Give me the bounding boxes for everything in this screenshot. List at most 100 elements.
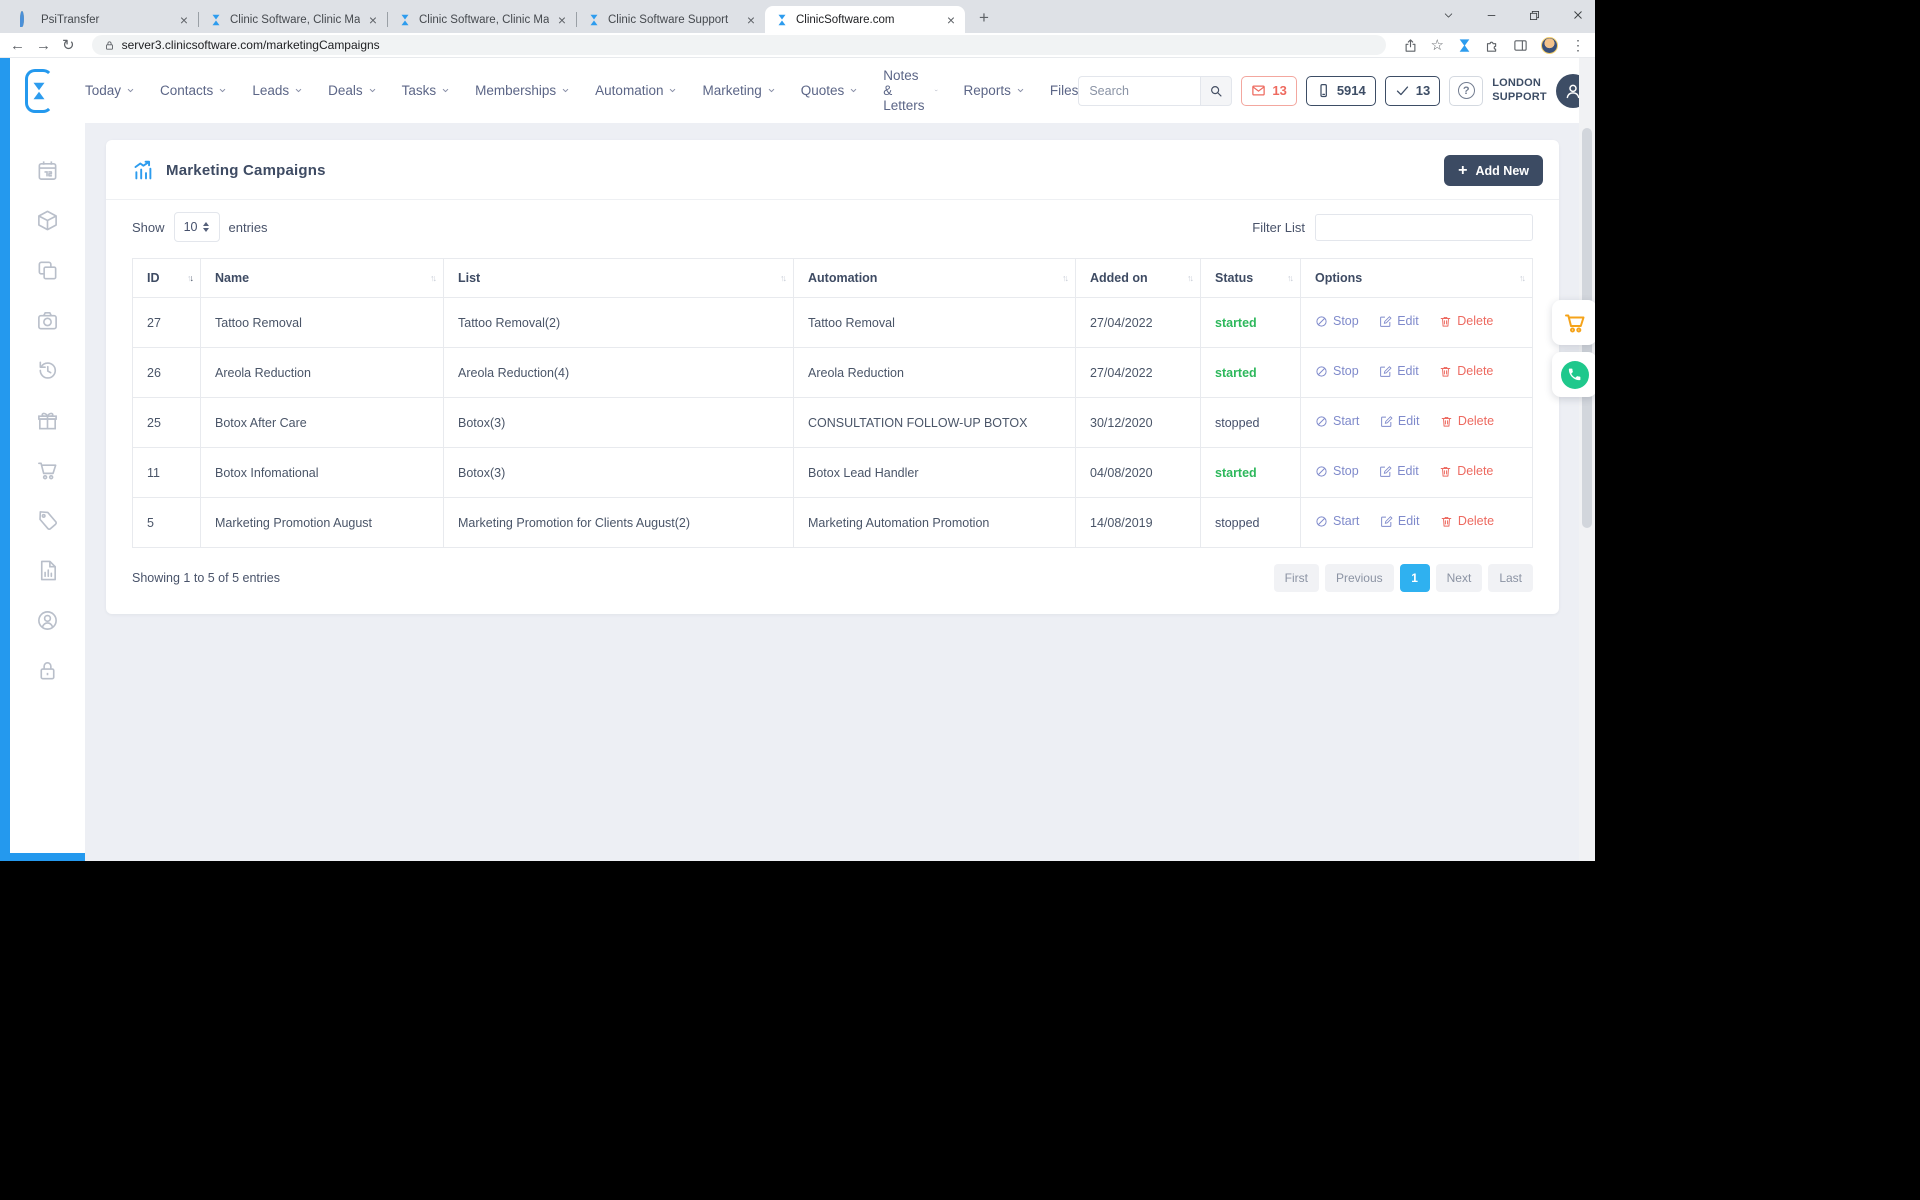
page-scrollbar[interactable] [1579, 58, 1595, 861]
profile-avatar[interactable] [1541, 37, 1558, 54]
tab-close-icon[interactable]: × [556, 13, 568, 27]
restore-icon[interactable] [1528, 9, 1541, 22]
address-bar[interactable]: server3.clinicsoftware.com/marketingCamp… [92, 35, 1386, 55]
clinicsoftware-logo[interactable] [25, 69, 53, 113]
col-status[interactable]: Status↑↓ [1201, 259, 1301, 298]
col-options[interactable]: Options↑↓ [1301, 259, 1533, 298]
delete-link[interactable]: Delete [1439, 464, 1493, 478]
tasks-badge[interactable]: 13 [1385, 76, 1440, 106]
price-tag-icon[interactable] [36, 509, 59, 532]
add-new-button[interactable]: + Add New [1444, 155, 1543, 186]
psitransfer-icon [20, 13, 34, 27]
col-automation[interactable]: Automation↑↓ [794, 259, 1076, 298]
tab-close-icon[interactable]: × [745, 13, 757, 27]
edit-link[interactable]: Edit [1380, 514, 1420, 528]
nav-automation[interactable]: Automation [595, 83, 677, 98]
slash-circle-icon [1315, 415, 1328, 428]
close-icon[interactable] [1571, 8, 1585, 22]
edit-link[interactable]: Edit [1379, 364, 1419, 378]
lock-icon[interactable] [36, 659, 59, 682]
floating-cart-button[interactable] [1552, 300, 1595, 345]
side-panel-icon[interactable] [1513, 38, 1528, 53]
nav-today[interactable]: Today [85, 83, 135, 98]
camera-icon[interactable] [36, 309, 59, 332]
nav-marketing[interactable]: Marketing [702, 83, 775, 98]
help-button[interactable]: ? [1449, 76, 1483, 106]
page-size-select[interactable]: 10 [174, 212, 220, 242]
envelope-icon [1251, 83, 1266, 98]
delete-link[interactable]: Delete [1439, 314, 1493, 328]
bookmark-star-icon[interactable]: ☆ [1431, 38, 1444, 53]
floating-phone-button[interactable] [1552, 352, 1595, 397]
stop-link[interactable]: Stop [1315, 364, 1359, 378]
tab-clinicsoftware-active[interactable]: ClinicSoftware.com × [765, 6, 965, 33]
nav-tasks[interactable]: Tasks [402, 83, 451, 98]
tab-clinic-2[interactable]: Clinic Software, Clinic Manageme × [388, 6, 576, 33]
nav-reports[interactable]: Reports [964, 83, 1025, 98]
nav-files[interactable]: Files [1050, 83, 1079, 98]
extensions-puzzle-icon[interactable] [1485, 38, 1500, 53]
chevron-down-icon[interactable] [1442, 9, 1455, 22]
tab-clinic-1[interactable]: Clinic Software, Clinic Manageme × [199, 6, 387, 33]
tab-clinic-support[interactable]: Clinic Software Support × [577, 6, 765, 33]
page-previous[interactable]: Previous [1325, 564, 1394, 592]
col-name[interactable]: Name↑↓ [201, 259, 444, 298]
nav-quotes[interactable]: Quotes [801, 83, 859, 98]
window-controls [1442, 0, 1585, 30]
chevron-down-icon [294, 86, 303, 95]
col-list[interactable]: List↑↓ [444, 259, 794, 298]
nav-notes-letters[interactable]: Notes & Letters [883, 68, 938, 113]
edit-link[interactable]: Edit [1380, 414, 1420, 428]
edit-link[interactable]: Edit [1379, 314, 1419, 328]
page-1[interactable]: 1 [1400, 564, 1430, 592]
minimize-icon[interactable] [1485, 9, 1498, 22]
nav-deals[interactable]: Deals [328, 83, 377, 98]
search-button[interactable] [1200, 76, 1232, 106]
phone-badge[interactable]: 5914 [1306, 76, 1376, 106]
nav-leads[interactable]: Leads [252, 83, 303, 98]
search-input[interactable] [1078, 76, 1200, 106]
package-icon[interactable] [36, 209, 59, 232]
start-link[interactable]: Start [1315, 414, 1359, 428]
page-last[interactable]: Last [1488, 564, 1533, 592]
nav-contacts[interactable]: Contacts [160, 83, 227, 98]
table-row: 27 Tattoo Removal Tattoo Removal(2) Tatt… [133, 298, 1533, 348]
browser-menu-icon[interactable]: ⋮ [1571, 37, 1585, 54]
start-link[interactable]: Start [1315, 514, 1359, 528]
edit-icon [1379, 365, 1392, 378]
stop-link[interactable]: Stop [1315, 314, 1359, 328]
delete-link[interactable]: Delete [1440, 414, 1494, 428]
edit-link[interactable]: Edit [1379, 464, 1419, 478]
cart-icon[interactable] [36, 459, 59, 482]
status-badge: started [1201, 448, 1301, 498]
share-icon[interactable] [1403, 38, 1418, 53]
calendar-icon[interactable] [36, 159, 59, 182]
delete-link[interactable]: Delete [1439, 364, 1493, 378]
account-icon[interactable] [36, 609, 59, 632]
filter-input[interactable] [1315, 214, 1533, 241]
delete-link[interactable]: Delete [1440, 514, 1494, 528]
mail-badge[interactable]: 13 [1241, 76, 1296, 106]
page-next[interactable]: Next [1436, 564, 1483, 592]
copy-icon[interactable] [36, 259, 59, 282]
tab-close-icon[interactable]: × [178, 13, 190, 27]
search-icon [1209, 84, 1223, 98]
report-icon[interactable] [36, 559, 59, 582]
col-id[interactable]: ID↑↓ [133, 259, 201, 298]
back-icon[interactable]: ← [10, 38, 25, 53]
stop-link[interactable]: Stop [1315, 464, 1359, 478]
hourglass-extension-icon[interactable] [1457, 38, 1472, 53]
page-first[interactable]: First [1274, 564, 1319, 592]
tab-close-icon[interactable]: × [945, 13, 957, 27]
forward-icon[interactable]: → [36, 38, 51, 53]
tab-close-icon[interactable]: × [367, 13, 379, 27]
table-row: 11 Botox Infomational Botox(3) Botox Lea… [133, 448, 1533, 498]
reload-icon[interactable]: ↻ [62, 38, 75, 53]
gift-icon[interactable] [36, 409, 59, 432]
new-tab-button[interactable]: + [973, 8, 995, 28]
cell-added-on: 04/08/2020 [1076, 448, 1201, 498]
col-added-on[interactable]: Added on↑↓ [1076, 259, 1201, 298]
tab-psitransfer[interactable]: PsiTransfer × [10, 6, 198, 33]
nav-memberships[interactable]: Memberships [475, 83, 570, 98]
history-icon[interactable] [36, 359, 59, 382]
